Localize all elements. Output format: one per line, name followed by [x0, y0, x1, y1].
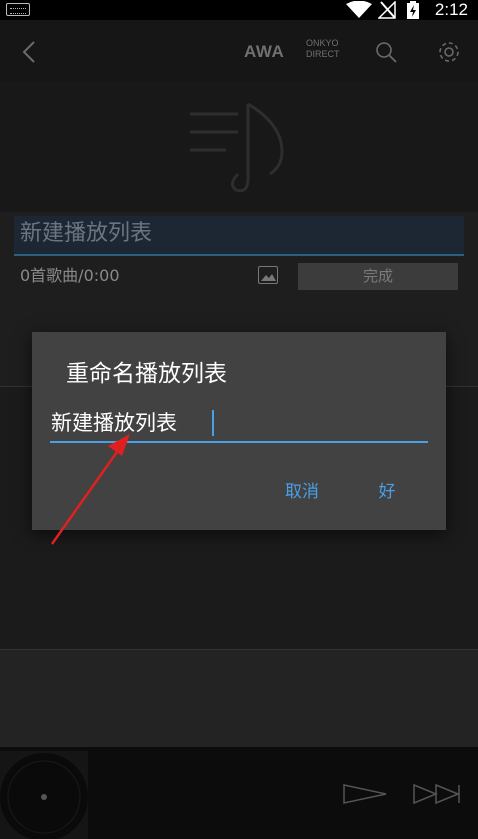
onkyo-direct-logo[interactable]: ONKYO DIRECT: [306, 38, 356, 60]
rename-dialog: 重命名播放列表 新建播放列表 取消 好: [32, 332, 446, 530]
bottom-panel: [0, 649, 478, 748]
playlist-cover: [0, 82, 478, 212]
cancel-button[interactable]: 取消: [272, 478, 332, 506]
text-cursor: [212, 410, 214, 436]
keyboard-icon: [6, 3, 30, 16]
ok-button[interactable]: 好: [362, 478, 412, 506]
signal-icon: [378, 1, 396, 19]
input-text: 新建播放列表: [51, 411, 177, 435]
vinyl-icon[interactable]: [0, 751, 88, 839]
wifi-icon: [346, 1, 372, 18]
battery-icon: [407, 1, 419, 19]
app-bar: [0, 20, 478, 82]
awa-logo[interactable]: AWA: [244, 42, 284, 62]
playlist-music-icon: [190, 102, 284, 193]
image-icon[interactable]: [258, 266, 278, 284]
done-button[interactable]: 完成: [298, 263, 458, 290]
search-icon[interactable]: [374, 40, 398, 64]
back-icon[interactable]: [20, 40, 40, 64]
onkyo-line1: ONKYO: [306, 38, 339, 48]
next-icon[interactable]: [412, 783, 462, 805]
input-underline: [50, 441, 428, 443]
dialog-title: 重命名播放列表: [66, 361, 227, 387]
playlist-name-field[interactable]: 新建播放列表: [14, 216, 464, 256]
song-count: 0首歌曲/0:00: [20, 266, 120, 285]
onkyo-line2: DIRECT: [306, 49, 340, 59]
status-bar: 2:12: [0, 0, 478, 20]
status-time: 2:12: [434, 0, 468, 19]
playlist-name-input[interactable]: 新建播放列表: [50, 404, 428, 444]
playlist-name-text: 新建播放列表: [20, 221, 153, 246]
play-icon[interactable]: [342, 783, 388, 805]
mini-player: [0, 747, 478, 839]
gear-icon[interactable]: [436, 39, 462, 65]
